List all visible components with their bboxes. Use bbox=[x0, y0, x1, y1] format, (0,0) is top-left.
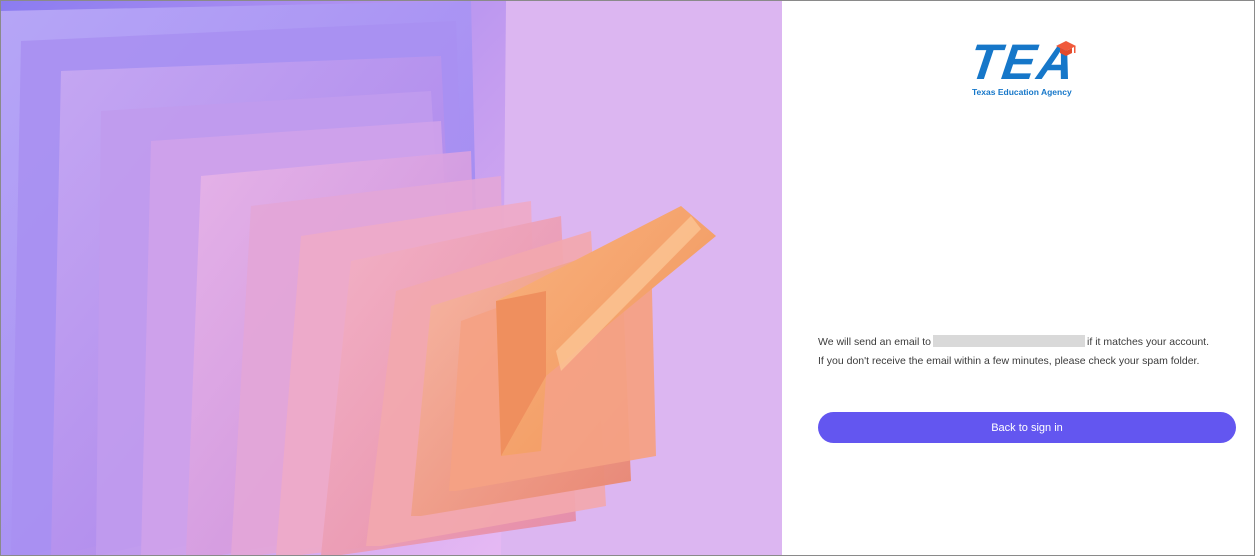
graduation-cap-icon bbox=[1056, 41, 1076, 56]
tea-logo[interactable]: TEA Texas Education Agency bbox=[966, 34, 1090, 101]
message-suffix: if it matches your account. bbox=[1087, 336, 1210, 348]
message-prefix: We will send an email to bbox=[818, 336, 932, 348]
page-frame: TEA Texas Education Agency We will send … bbox=[0, 0, 1255, 556]
reset-message: We will send an email to if it matches yo… bbox=[818, 333, 1248, 371]
back-to-sign-in-button[interactable]: Back to sign in bbox=[818, 412, 1236, 443]
redacted-email bbox=[933, 335, 1086, 347]
logo-subtitle: Texas Education Agency bbox=[972, 87, 1072, 97]
reset-panel: TEA Texas Education Agency We will send … bbox=[782, 1, 1254, 555]
hero-image bbox=[1, 1, 782, 555]
hero-illustration bbox=[1, 1, 782, 555]
message-line-1: We will send an email to if it matches yo… bbox=[818, 333, 1248, 352]
logo-wordmark: TEA bbox=[966, 34, 1090, 90]
message-line-2: If you don't receive the email within a … bbox=[818, 355, 1200, 367]
